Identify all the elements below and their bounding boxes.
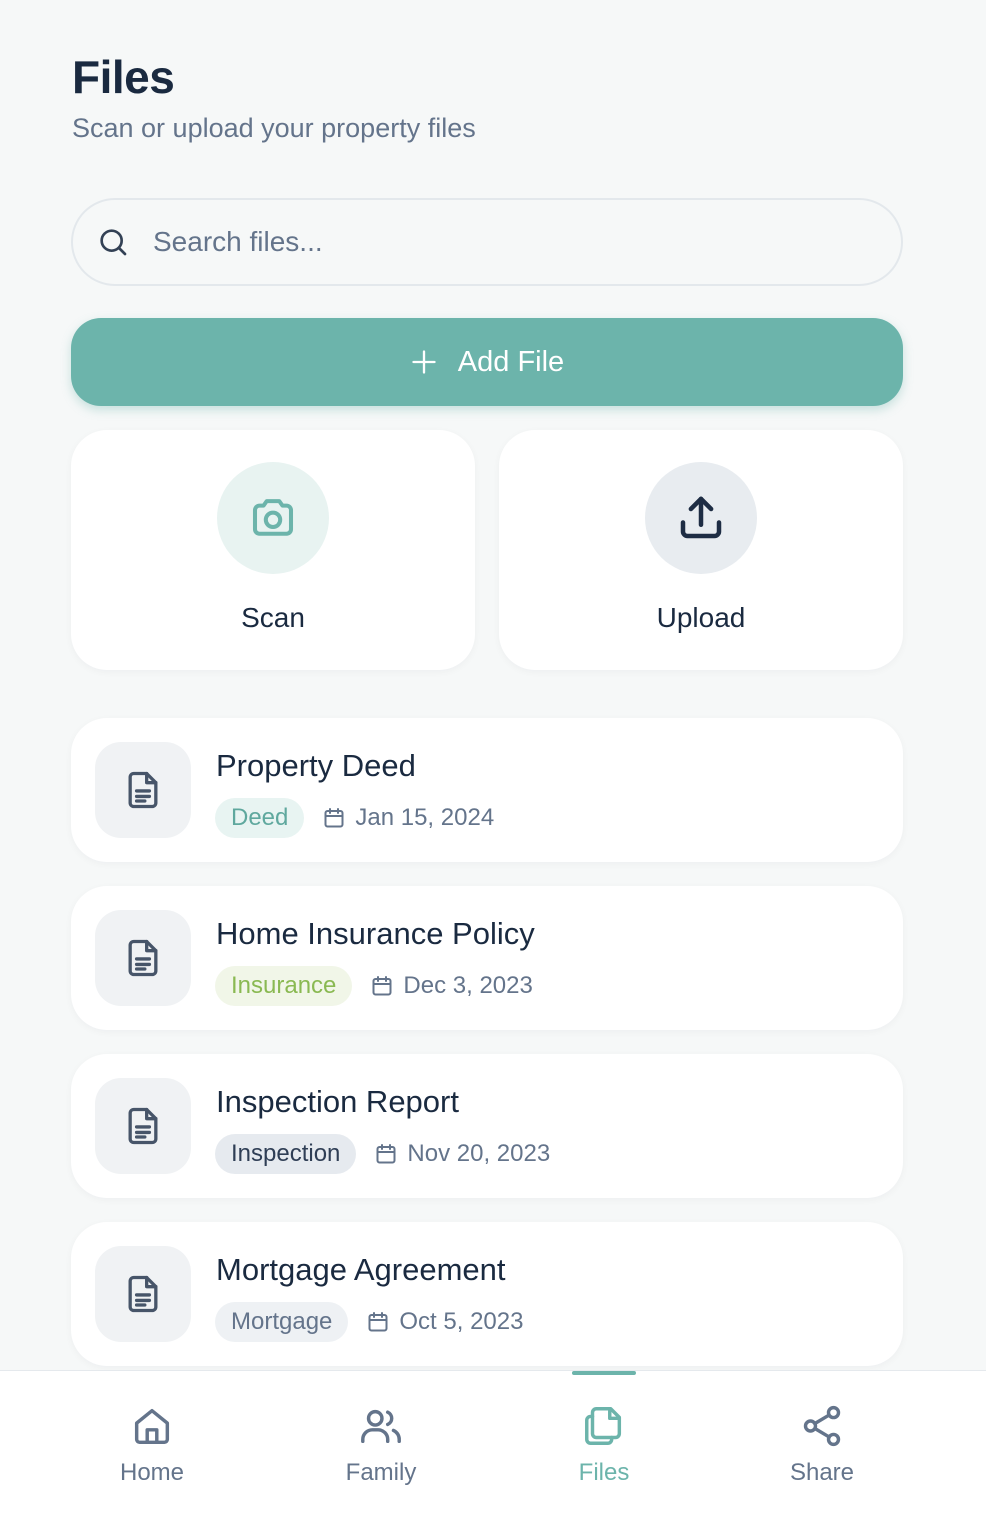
tab-files[interactable]: Files [504, 1371, 704, 1514]
document-icon [121, 936, 165, 980]
file-name: Mortgage Agreement [216, 1252, 506, 1287]
file-card[interactable]: Inspection Report Inspection Nov 20, 2023 [71, 1054, 903, 1198]
file-thumbnail [95, 1078, 191, 1174]
file-meta: Insurance Dec 3, 2023 [215, 966, 533, 1006]
file-date: Nov 20, 2023 [407, 1140, 551, 1167]
page-header: Files Scan or upload your property files [72, 48, 476, 146]
upload-card[interactable]: Upload [499, 430, 903, 670]
calendar-icon [366, 1310, 390, 1334]
scan-label: Scan [241, 602, 305, 633]
calendar-icon [322, 806, 346, 830]
file-date: Oct 5, 2023 [399, 1308, 524, 1335]
tab-home[interactable]: Home [52, 1371, 252, 1514]
file-meta: Inspection Nov 20, 2023 [215, 1134, 550, 1174]
calendar-icon [370, 974, 394, 998]
file-card[interactable]: Property Deed Deed Jan 15, 2024 [71, 718, 903, 862]
calendar-icon [374, 1142, 398, 1166]
add-file-label: Add File [457, 345, 565, 378]
tab-share-label: Share [789, 1459, 855, 1486]
bottom-tab-bar: Home Family Files Share [0, 1370, 986, 1514]
files-screen: Files Scan or upload your property files… [0, 0, 986, 1514]
file-thumbnail [95, 1246, 191, 1342]
page-title: Files [72, 51, 175, 103]
upload-label: Upload [656, 602, 746, 633]
file-thumbnail [95, 910, 191, 1006]
file-card[interactable]: Home Insurance Policy Insurance Dec 3, 202… [71, 886, 903, 1030]
search-icon [97, 226, 129, 258]
tab-files-label: Files [578, 1459, 630, 1486]
share-icon [799, 1403, 845, 1449]
file-name: Inspection Report [216, 1084, 459, 1119]
file-list: Property Deed Deed Jan 15, 2024 Home Insura… [71, 718, 903, 1390]
search-input[interactable] [153, 226, 853, 258]
file-category-badge: Deed [215, 798, 305, 838]
users-icon [358, 1403, 404, 1449]
document-icon [121, 1272, 165, 1316]
upload-icon [674, 491, 728, 545]
file-category-badge: Mortgage [215, 1302, 349, 1342]
tab-family-label: Family [345, 1459, 417, 1486]
tab-home-label: Home [119, 1459, 185, 1486]
document-icon [121, 768, 165, 812]
scan-icon-circle [217, 462, 329, 574]
tab-family[interactable]: Family [281, 1371, 481, 1514]
scan-card[interactable]: Scan [71, 430, 475, 670]
camera-icon [246, 491, 300, 545]
file-name: Home Insurance Policy [216, 916, 535, 951]
file-date: Dec 3, 2023 [403, 972, 533, 999]
document-icon [121, 1104, 165, 1148]
file-category-badge: Inspection [215, 1134, 357, 1174]
file-category-badge: Insurance [215, 966, 353, 1006]
file-meta: Deed Jan 15, 2024 [215, 798, 494, 838]
plus-icon [410, 348, 438, 376]
search-bar[interactable] [71, 198, 903, 286]
file-date: Jan 15, 2024 [355, 804, 495, 831]
add-file-button[interactable]: Add File [71, 318, 903, 406]
file-name: Property Deed [216, 748, 416, 783]
file-thumbnail [95, 742, 191, 838]
file-card[interactable]: Mortgage Agreement Mortgage Oct 5, 2023 [71, 1222, 903, 1366]
tab-share[interactable]: Share [722, 1371, 922, 1514]
upload-icon-circle [645, 462, 757, 574]
files-icon [581, 1403, 627, 1449]
page-subtitle: Scan or upload your property files [72, 113, 476, 143]
home-icon [129, 1403, 175, 1449]
file-meta: Mortgage Oct 5, 2023 [215, 1302, 523, 1342]
